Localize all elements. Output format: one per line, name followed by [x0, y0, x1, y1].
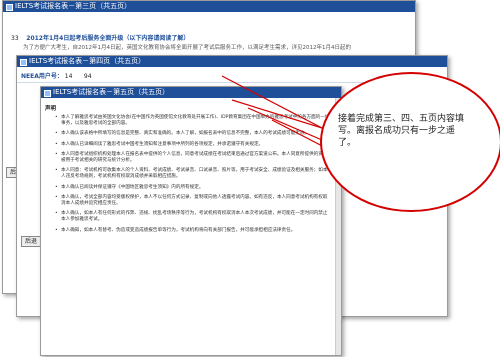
callout-text: 接着完成第三、四、五页内容填写。离报名成功只有一步之遥了。	[338, 114, 465, 148]
